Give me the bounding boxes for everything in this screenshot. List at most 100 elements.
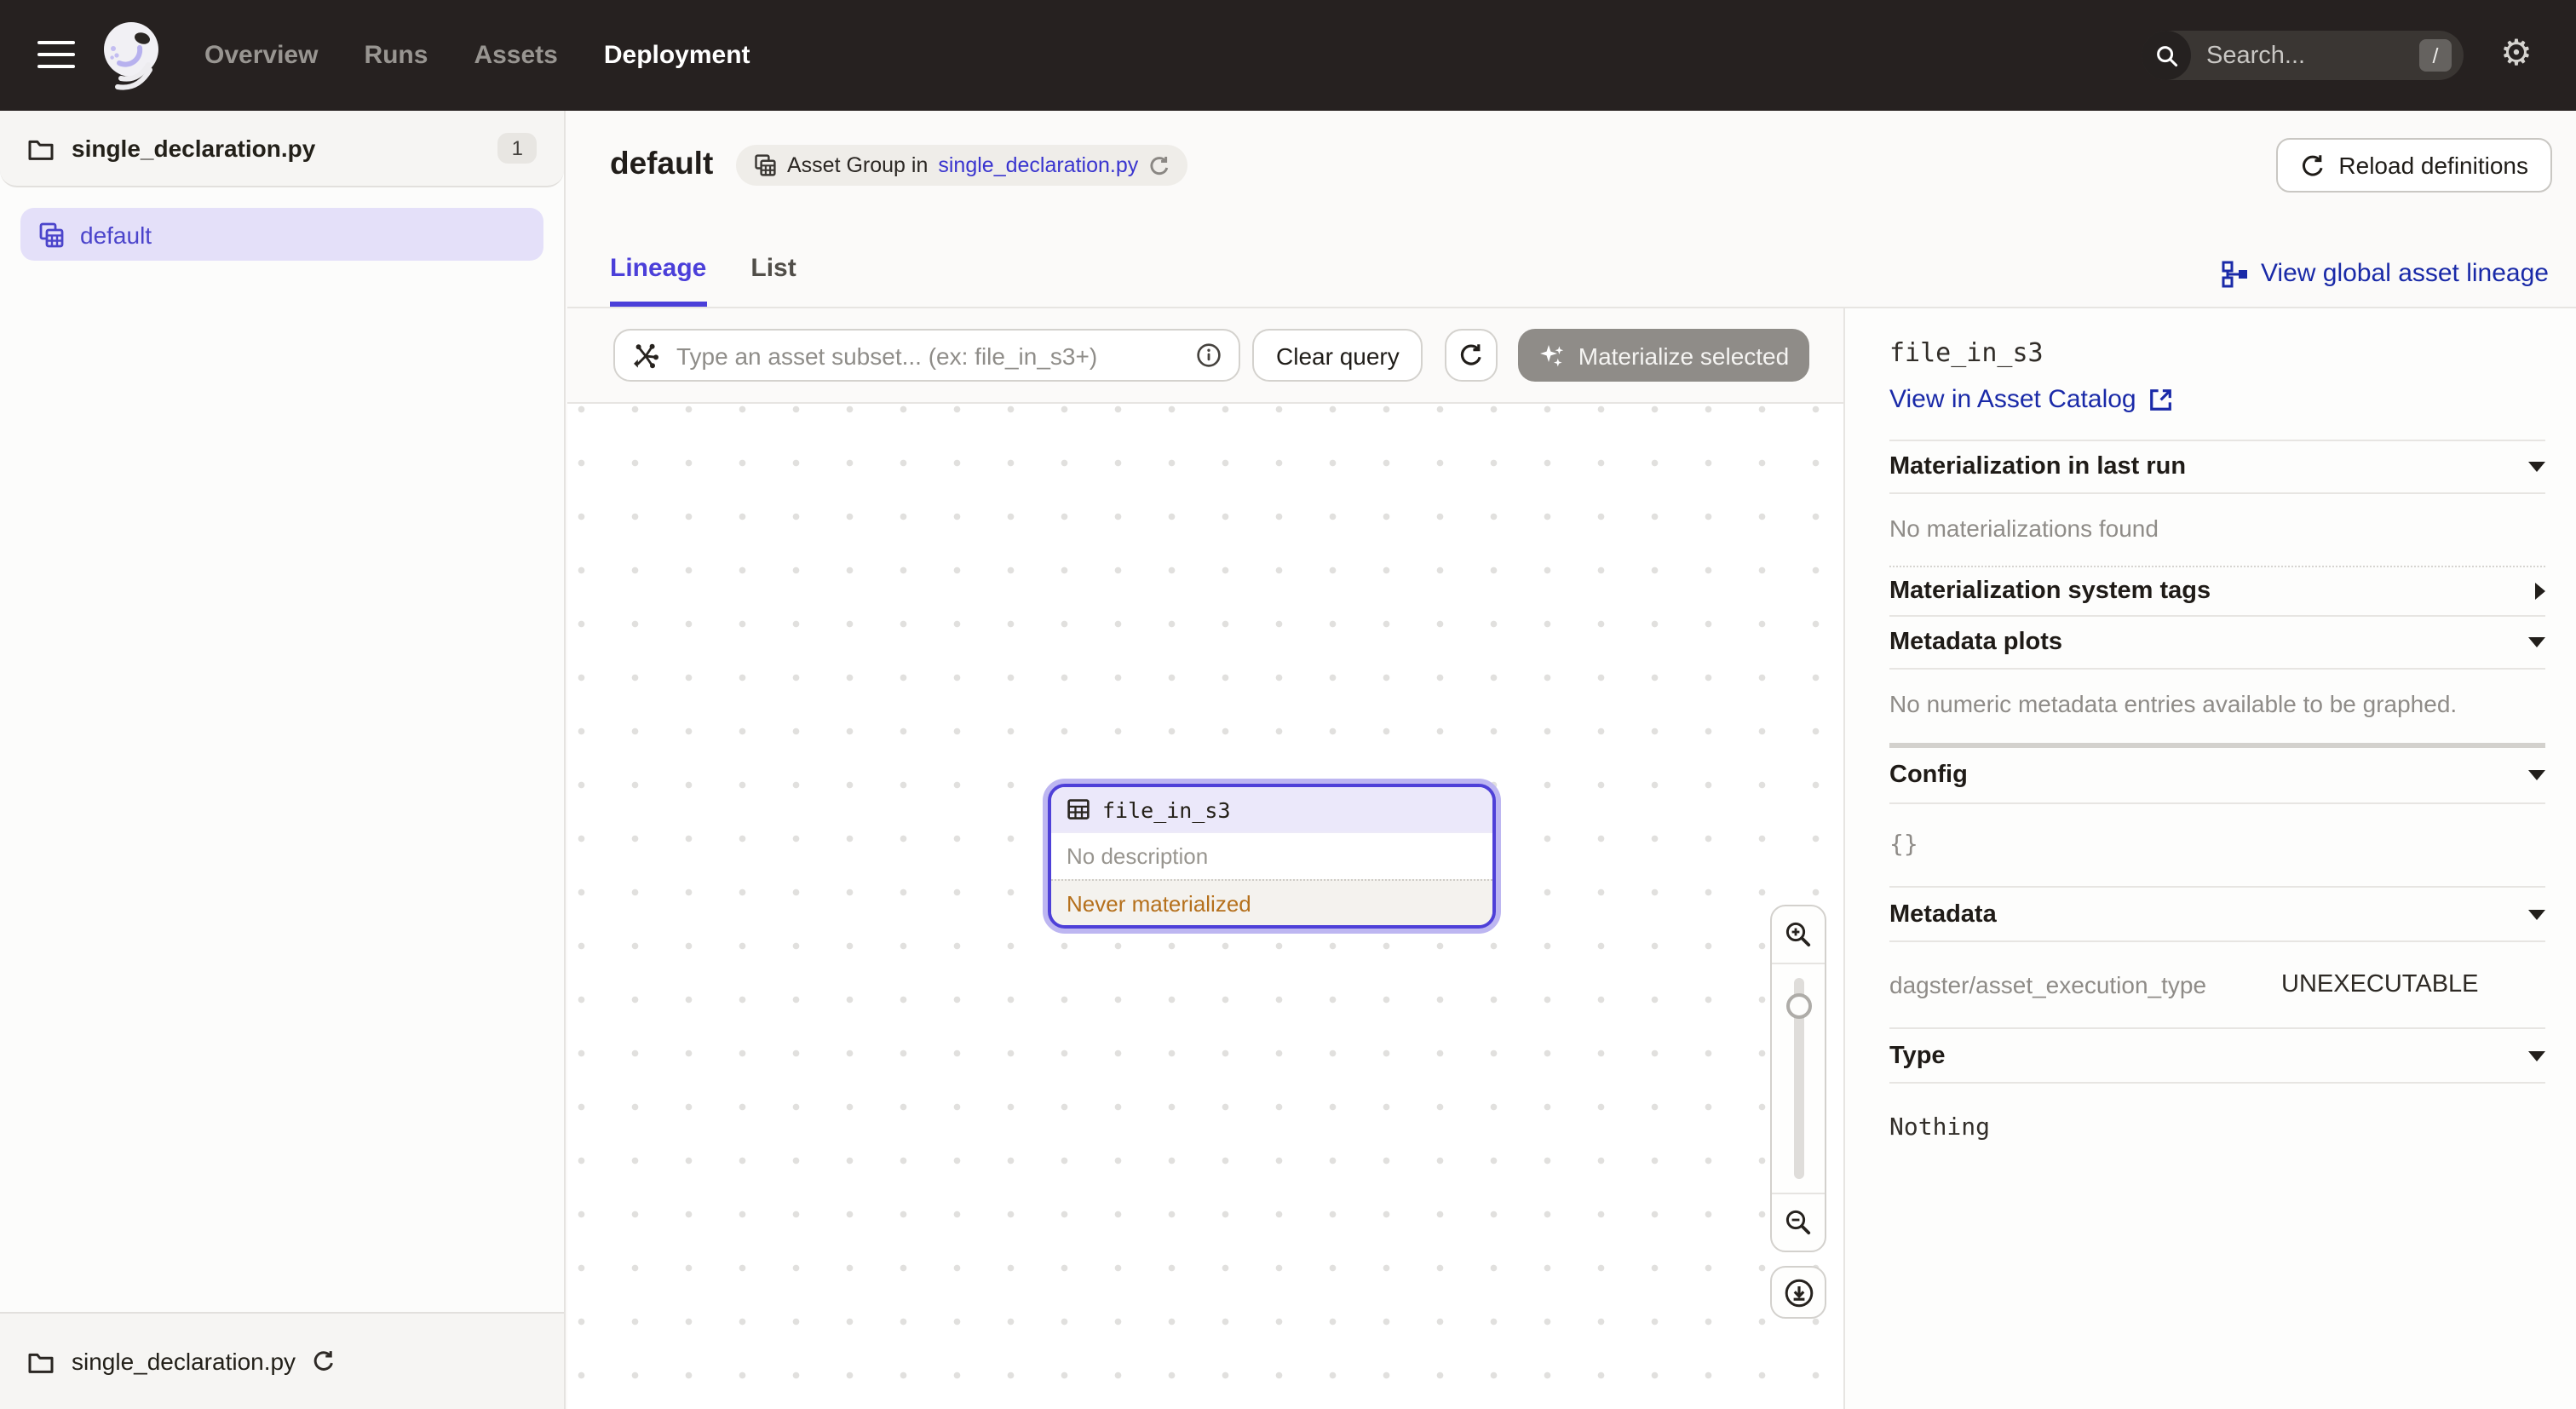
- asset-node-status: Never materialized: [1051, 879, 1492, 925]
- config-value: {}: [1889, 804, 2545, 888]
- section-label: Metadata plots: [1889, 629, 2062, 656]
- empty-text: No numeric metadata entries available to…: [1889, 690, 2457, 717]
- zoom-slider-thumb[interactable]: [1785, 993, 1811, 1019]
- sidebar-item-label: default: [80, 221, 152, 248]
- chevron-down-icon: [2528, 909, 2545, 919]
- chevron-down-icon: [2528, 770, 2545, 780]
- refresh-icon: [2299, 152, 2325, 178]
- catalog-link-label: View in Asset Catalog: [1889, 385, 2136, 414]
- asset-group-tag: Asset Group in single_declaration.py: [736, 145, 1187, 186]
- sidebar-footer: single_declaration.py: [0, 1312, 564, 1409]
- main-area: default Asset Group in single_declaratio…: [567, 111, 2576, 1409]
- sidebar-repo-header[interactable]: single_declaration.py 1: [0, 111, 564, 187]
- table-icon: [1067, 797, 1090, 821]
- section-config[interactable]: Config: [1889, 748, 2545, 804]
- section-label: Materialization in last run: [1889, 453, 2186, 480]
- view-global-asset-lineage-link[interactable]: View global asset lineage: [2222, 259, 2549, 288]
- asset-details-panel: file_in_s3 View in Asset Catalog Materia…: [1843, 308, 2576, 1409]
- search-input[interactable]: [2191, 42, 2419, 69]
- page-title: default: [610, 145, 713, 182]
- external-link-icon: [2148, 387, 2174, 412]
- repo-count-badge: 1: [498, 133, 537, 164]
- metadata-value: UNEXECUTABLE: [2281, 971, 2479, 998]
- dagster-app-window: Overview Runs Assets Deployment / ⚙ sing…: [0, 0, 2576, 1409]
- chevron-down-icon: [2528, 637, 2545, 647]
- content-area: Clear query Materialize selected: [567, 308, 2576, 1409]
- global-lineage-label: View global asset lineage: [2261, 259, 2549, 288]
- asset-query-toolbar: Clear query Materialize selected: [567, 308, 1843, 404]
- zoom-in-button[interactable]: [1772, 906, 1825, 964]
- folder-icon: [27, 135, 55, 161]
- asset-subset-input[interactable]: [673, 340, 1196, 371]
- type-name: Nothing: [1889, 1114, 1990, 1142]
- materialize-selected-button[interactable]: Materialize selected: [1519, 329, 1809, 382]
- clear-query-button[interactable]: Clear query: [1252, 329, 1423, 382]
- hamburger-menu-icon[interactable]: [37, 41, 75, 70]
- zoom-in-icon: [1784, 920, 1813, 949]
- section-type[interactable]: Type: [1889, 1029, 2545, 1084]
- config-json: {}: [1889, 831, 1918, 859]
- search-icon: [2142, 31, 2191, 80]
- info-icon[interactable]: [1196, 342, 1222, 368]
- asset-node-file-in-s3[interactable]: file_in_s3 No description Never material…: [1043, 779, 1501, 934]
- folder-icon: [27, 1349, 55, 1374]
- metadata-key: dagster/asset_execution_type: [1889, 971, 2281, 998]
- asset-node-title: file_in_s3: [1102, 797, 1231, 822]
- global-search[interactable]: /: [2142, 31, 2464, 80]
- op-selector-icon: [632, 342, 659, 369]
- chevron-down-icon: [2528, 462, 2545, 472]
- section-label: Metadata: [1889, 900, 1997, 928]
- panel-asset-title: file_in_s3: [1889, 337, 2545, 368]
- nav-item-runs[interactable]: Runs: [364, 41, 428, 70]
- top-navbar: Overview Runs Assets Deployment / ⚙: [0, 0, 2576, 111]
- gear-icon[interactable]: ⚙: [2498, 36, 2535, 73]
- footer-repo-name: single_declaration.py: [72, 1348, 296, 1375]
- view-in-asset-catalog-link[interactable]: View in Asset Catalog: [1889, 385, 2174, 414]
- download-graph-button[interactable]: [1770, 1266, 1826, 1319]
- section-metadata[interactable]: Metadata: [1889, 888, 2545, 942]
- reload-definitions-button[interactable]: Reload definitions: [2275, 138, 2552, 193]
- zoom-controls: [1770, 905, 1826, 1252]
- repo-name: single_declaration.py: [72, 135, 315, 162]
- asset-subset-field[interactable]: [613, 329, 1240, 382]
- metadata-row: dagster/asset_execution_type UNEXECUTABL…: [1889, 942, 2545, 1029]
- sidebar-item-default-group[interactable]: default: [20, 208, 543, 261]
- dagster-logo[interactable]: [97, 19, 169, 94]
- tag-repo-link[interactable]: single_declaration.py: [938, 153, 1138, 177]
- refresh-graph-button[interactable]: [1446, 329, 1498, 382]
- panel-header: file_in_s3 View in Asset Catalog: [1889, 308, 2545, 441]
- sparkle-icon: [1539, 342, 1567, 369]
- lineage-canvas[interactable]: file_in_s3 No description Never material…: [567, 404, 1843, 1409]
- reload-repo-icon[interactable]: [311, 1349, 335, 1373]
- section-materialization-system-tags[interactable]: Materialization system tags: [1889, 567, 2545, 617]
- page-header: default Asset Group in single_declaratio…: [567, 111, 2576, 308]
- chevron-right-icon: [2535, 583, 2545, 600]
- tag-prefix: Asset Group in: [787, 153, 928, 177]
- asset-node-header: file_in_s3: [1051, 787, 1492, 831]
- last-run-empty-state: No materializations found: [1889, 494, 2545, 567]
- primary-nav: Overview Runs Assets Deployment: [204, 0, 750, 111]
- asset-node-description: No description: [1051, 831, 1492, 879]
- code-location-sidebar: single_declaration.py 1 default single_d…: [0, 111, 566, 1409]
- zoom-out-button[interactable]: [1772, 1193, 1825, 1251]
- reload-definitions-label: Reload definitions: [2338, 152, 2528, 179]
- zoom-slider[interactable]: [1772, 964, 1825, 1193]
- tab-lineage[interactable]: Lineage: [610, 254, 706, 307]
- nav-item-deployment[interactable]: Deployment: [604, 41, 750, 70]
- tab-list[interactable]: List: [750, 254, 796, 307]
- section-label: Type: [1889, 1042, 1946, 1069]
- asset-group-icon: [37, 221, 65, 248]
- nav-item-assets[interactable]: Assets: [474, 41, 557, 70]
- section-label: Materialization system tags: [1889, 578, 2211, 605]
- metadata-plots-empty-state: No numeric metadata entries available to…: [1889, 670, 2545, 748]
- zoom-out-icon: [1784, 1208, 1813, 1237]
- lineage-column: Clear query Materialize selected: [567, 308, 1843, 1409]
- lineage-graph-icon: [2222, 260, 2249, 287]
- search-shortcut-badge: /: [2419, 39, 2452, 72]
- asset-group-icon: [753, 153, 777, 177]
- nav-item-overview[interactable]: Overview: [204, 41, 318, 70]
- section-metadata-plots[interactable]: Metadata plots: [1889, 617, 2545, 670]
- section-materialization-last-run[interactable]: Materialization in last run: [1889, 441, 2545, 494]
- reload-repo-icon[interactable]: [1148, 154, 1170, 176]
- materialize-selected-label: Materialize selected: [1578, 342, 1789, 369]
